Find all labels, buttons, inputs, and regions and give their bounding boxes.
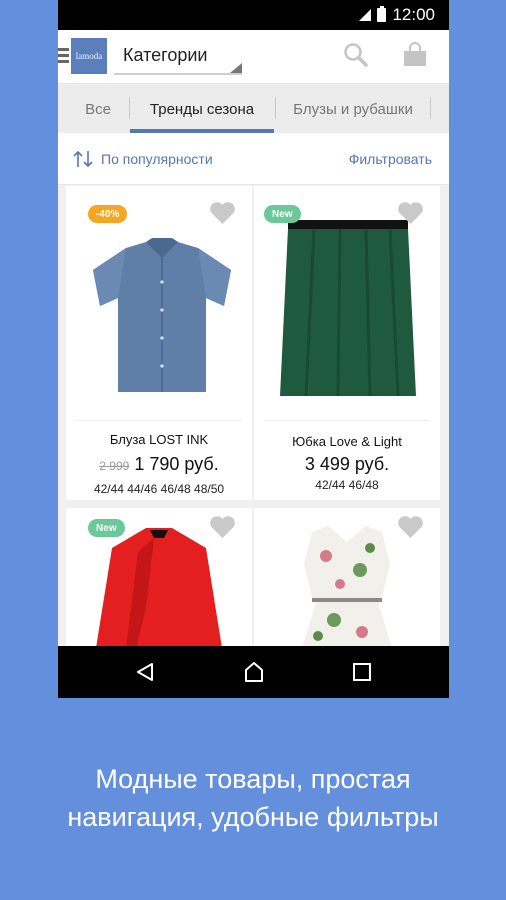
sort-arrows-icon xyxy=(73,150,93,168)
new-badge: New xyxy=(264,205,301,223)
search-icon[interactable] xyxy=(343,42,369,68)
shopping-bag-icon[interactable] xyxy=(402,42,428,68)
heart-icon[interactable] xyxy=(397,201,424,225)
product-price: 1 790 руб. xyxy=(134,454,219,474)
category-tabs: Все Тренды сезона Блузы и рубашки xyxy=(58,85,449,133)
product-sizes: 42/44 44/46 46/48 48/50 xyxy=(93,482,225,496)
signal-icon xyxy=(359,9,372,21)
tab-divider xyxy=(430,97,431,119)
lamoda-logo[interactable]: lamoda xyxy=(71,38,107,74)
product-grid: -40% Блуза LOST INK 2 999 1 790 руб. 42/… xyxy=(58,186,449,648)
new-badge: New xyxy=(88,519,125,537)
heart-icon[interactable] xyxy=(397,515,424,539)
tab-season-trends[interactable]: Тренды сезона xyxy=(130,85,274,133)
product-card[interactable]: -40% Блуза LOST INK 2 999 1 790 руб. 42/… xyxy=(66,186,252,500)
app-bar: lamoda Категории xyxy=(58,30,449,84)
tab-divider xyxy=(275,97,276,119)
product-name: Юбка Love & Light xyxy=(292,434,402,449)
price-row: 2 999 1 790 руб. xyxy=(66,454,252,475)
tab-all[interactable]: Все xyxy=(68,85,128,133)
battery-icon xyxy=(377,6,387,22)
card-divider xyxy=(264,420,430,421)
caption-line-2: навигация, удобные фильтры xyxy=(67,802,439,832)
caption-line-1: Модные товары, простая xyxy=(95,764,411,794)
categories-dropdown[interactable]: Категории xyxy=(114,39,242,75)
product-name: Блуза LOST INK xyxy=(109,432,209,447)
promo-caption: Модные товары, простая навигация, удобны… xyxy=(0,760,506,836)
sort-filter-bar: По популярности Фильтровать xyxy=(58,133,449,185)
android-nav-bar xyxy=(58,646,449,698)
status-icons: 12:00 xyxy=(359,5,435,25)
sort-label: По популярности xyxy=(101,151,213,167)
old-price: 2 999 xyxy=(99,459,130,473)
recent-apps-icon[interactable] xyxy=(350,660,374,684)
product-card[interactable]: New xyxy=(66,508,252,648)
home-icon[interactable] xyxy=(242,660,266,684)
status-time: 12:00 xyxy=(392,5,435,24)
product-card[interactable] xyxy=(254,508,440,648)
product-card[interactable]: New Юбка Love & Light 3 499 руб. 42/44 4… xyxy=(254,186,440,500)
menu-icon[interactable] xyxy=(58,48,69,64)
card-divider xyxy=(76,420,242,421)
categories-label: Категории xyxy=(123,45,208,65)
heart-icon[interactable] xyxy=(209,201,236,225)
product-price: 3 499 руб. xyxy=(304,454,390,474)
status-bar: 12:00 xyxy=(58,0,449,30)
phone-screen: 12:00 lamoda Категории Все Тренды сезона… xyxy=(58,0,449,698)
product-sizes: 42/44 46/48 xyxy=(315,478,379,492)
dropdown-triangle-icon xyxy=(230,63,242,73)
price-row: 3 499 руб. xyxy=(254,454,440,475)
back-icon[interactable] xyxy=(133,660,157,684)
tab-blouses-shirts[interactable]: Блузы и рубашки xyxy=(278,85,428,133)
heart-icon[interactable] xyxy=(209,515,236,539)
sort-button[interactable]: По популярности xyxy=(72,149,213,169)
filter-button[interactable]: Фильтровать xyxy=(349,151,432,167)
discount-badge: -40% xyxy=(88,205,128,223)
